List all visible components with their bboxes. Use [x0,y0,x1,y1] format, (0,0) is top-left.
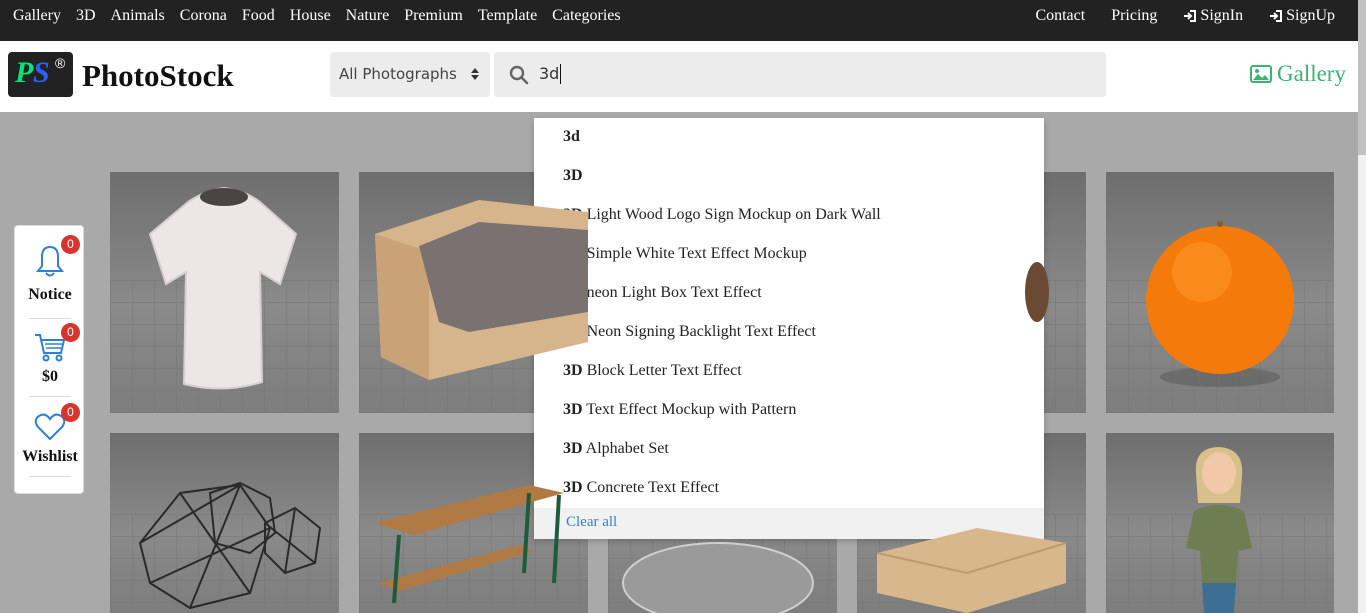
suggestion-rest: Text Effect Mockup with Pattern [582,401,797,418]
thumbnail-glass-object[interactable] [608,433,837,613]
sign-in-icon [1184,10,1197,22]
brand-name[interactable]: PhotoStock [82,58,234,94]
tshirt-image [148,186,298,390]
nav-corona[interactable]: Corona [180,7,227,25]
nav-pricing[interactable]: Pricing [1111,7,1157,25]
nav-gallery[interactable]: Gallery [13,7,61,25]
top-nav-right: Contact Pricing SignIn SignUp [1009,7,1335,25]
suggestion-rest: Neon Signing Backlight Text Effect [582,323,816,340]
logo-letter-s: S [33,56,50,89]
category-select-value: All Photographs [339,65,457,83]
side-divider [29,476,71,477]
nav-contact[interactable]: Contact [1035,7,1085,25]
cardboard-box-image [876,528,1067,613]
notice-badge: 0 [61,235,80,254]
nav-pricing-label: Pricing [1111,7,1158,24]
suggestion-item[interactable]: 3D Neon Signing Backlight Text Effect [563,323,816,341]
select-arrows-icon [471,68,479,80]
thumbnail-cartoon-woman[interactable] [1106,433,1334,613]
suggestion-rest: neon Light Box Text Effect [582,284,762,301]
suggestion-item[interactable]: 3D Block Letter Text Effect [563,362,742,380]
table-image [374,485,564,604]
thumbnail-orange[interactable] [1106,172,1334,413]
top-nav-left: Gallery 3D Animals Corona Food House Nat… [13,7,636,25]
notice-button[interactable]: 0 Notice [15,235,85,304]
nav-nature[interactable]: Nature [346,7,390,25]
suggestion-item[interactable]: 3D Light Wood Logo Sign Mockup on Dark W… [563,206,881,224]
gallery-link-label: Gallery [1277,61,1346,86]
nav-signup-label: SignUp [1286,7,1335,24]
logo-letter-p: P [15,56,34,89]
search-icon [509,65,529,85]
side-panel: 0 Notice 0 $0 0 Wishlist [14,225,84,494]
nav-premium[interactable]: Premium [404,7,463,25]
gallery-link[interactable]: Gallery [1250,61,1346,87]
search-input-value: 3d [539,64,562,84]
orange-image [1146,221,1294,387]
search-input[interactable]: 3d [494,52,1106,97]
suggestion-item[interactable]: 3D Simple White Text Effect Mockup [563,245,807,263]
suggestion-match: 3d [563,128,580,145]
side-divider [29,396,71,397]
box-image [375,200,588,380]
dark-object-image [1025,262,1049,322]
wishlist-label: Wishlist [22,448,78,465]
site-header: P S ® PhotoStock All Photographs 3d Gall… [0,41,1358,112]
suggestion-item[interactable]: 3d [563,128,580,146]
thumbnail-cardboard-box[interactable] [857,433,1086,613]
wireframe-image [138,481,322,610]
wishlist-button[interactable]: 0 Wishlist [15,403,85,466]
thumbnail-box-window[interactable] [359,172,588,413]
suggestion-rest: Simple White Text Effect Mockup [582,245,807,262]
thumbnail-wireframe[interactable] [110,433,339,613]
page-scrollbar[interactable] [1358,0,1366,613]
thumbnail-picnic-table[interactable] [359,433,588,613]
scrollbar-thumb[interactable] [1358,0,1366,155]
cart-total-label: $0 [42,368,58,385]
sign-up-icon [1270,10,1283,22]
woman-image [1186,447,1252,613]
nav-signin-label: SignIn [1200,7,1244,24]
logo-registered-mark: ® [55,55,66,71]
category-select[interactable]: All Photographs [330,52,490,97]
notice-label: Notice [28,286,72,303]
thumbnail-tshirt[interactable] [110,172,339,413]
suggestion-rest: Block Letter Text Effect [582,362,742,379]
nav-signup[interactable]: SignUp [1269,7,1335,25]
image-icon [1250,65,1272,83]
nav-signin[interactable]: SignIn [1183,7,1243,25]
wishlist-badge: 0 [61,403,80,422]
suggestion-rest: Light Wood Logo Sign Mockup on Dark Wall [582,206,881,223]
thumbnail-dark-object[interactable] [857,172,1086,413]
suggestion-item[interactable]: 3D neon Light Box Text Effect [563,284,762,302]
top-nav: Gallery 3D Animals Corona Food House Nat… [0,0,1358,41]
nav-contact-label: Contact [1035,7,1086,24]
cart-button[interactable]: 0 $0 [15,323,85,386]
bell-icon [35,245,65,277]
suggestion-item[interactable]: 3D Text Effect Mockup with Pattern [563,401,796,419]
glass-image [622,542,814,613]
logo[interactable]: P S ® [8,52,73,97]
nav-animals[interactable]: Animals [111,7,165,25]
nav-categories[interactable]: Categories [552,7,620,25]
cart-badge: 0 [61,323,80,342]
nav-food[interactable]: Food [242,7,275,25]
nav-house[interactable]: House [290,7,331,25]
nav-template[interactable]: Template [478,7,537,25]
nav-3d[interactable]: 3D [76,7,96,25]
side-divider [29,318,71,319]
